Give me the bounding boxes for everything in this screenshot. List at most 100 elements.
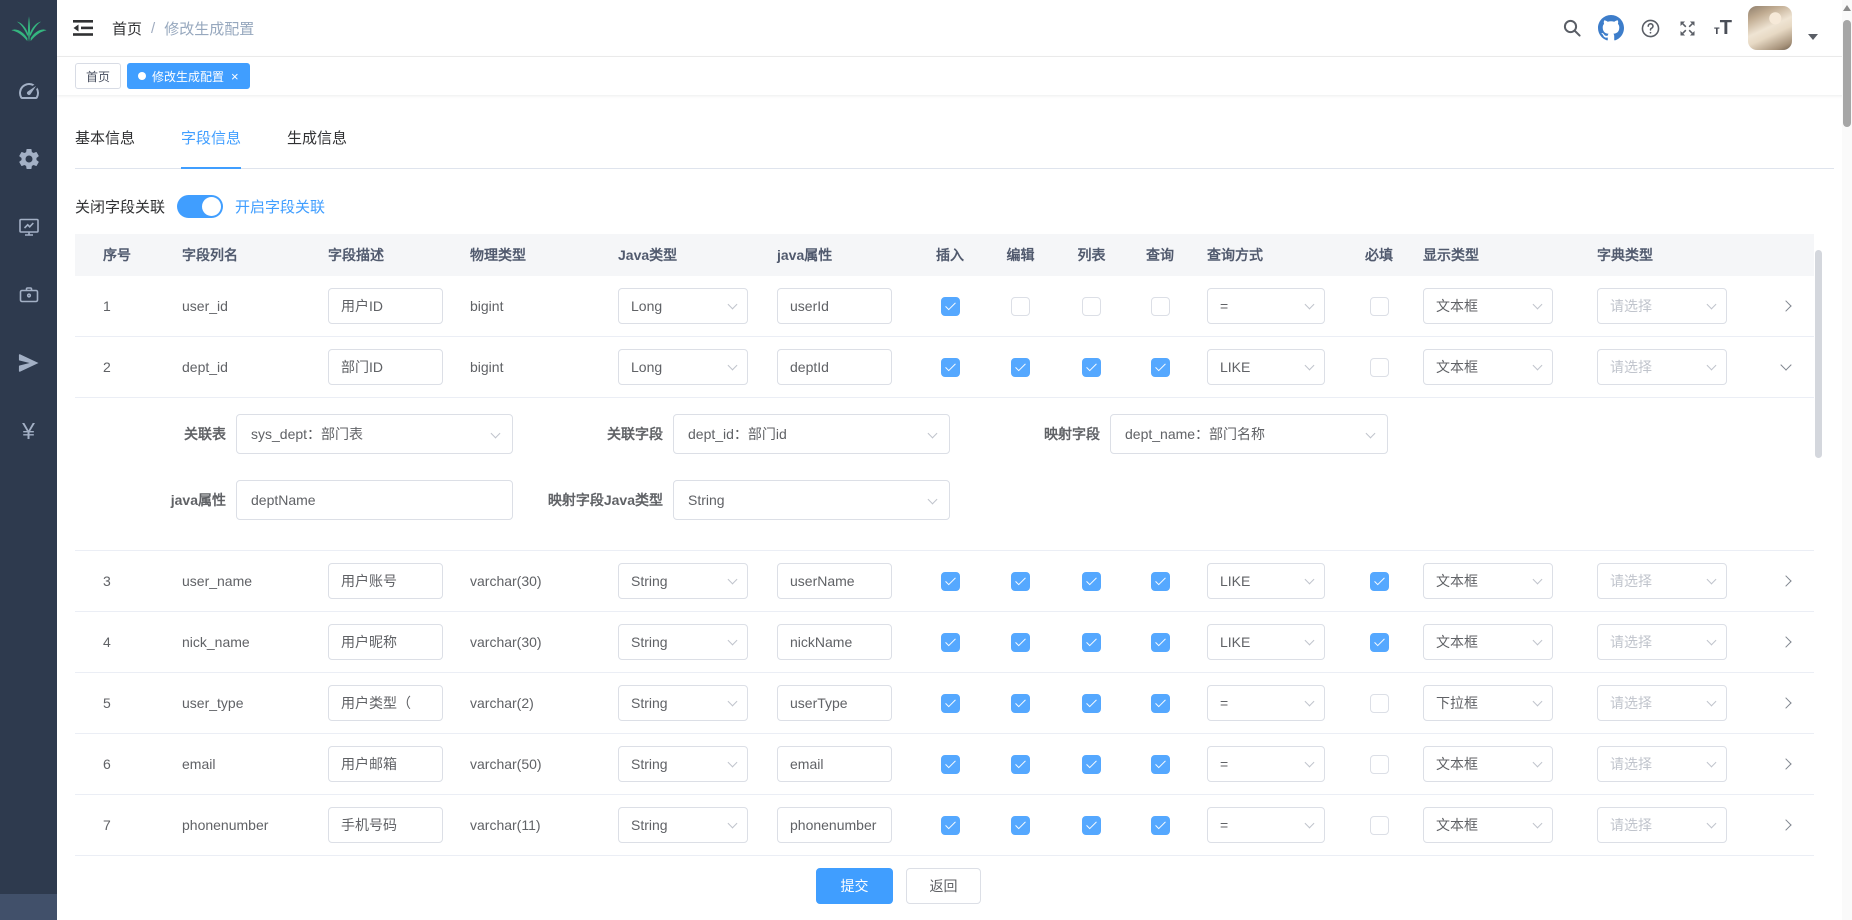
- query-checkbox[interactable]: [1151, 633, 1170, 652]
- list-checkbox[interactable]: [1082, 358, 1101, 377]
- query-checkbox[interactable]: [1151, 755, 1170, 774]
- dict-type-select[interactable]: 请选择: [1597, 349, 1727, 385]
- collapse-row-icon[interactable]: [1780, 359, 1791, 370]
- expand-row-icon[interactable]: [1780, 636, 1791, 647]
- fullscreen-icon[interactable]: [1677, 18, 1698, 39]
- list-checkbox[interactable]: [1082, 816, 1101, 835]
- map-java-type-select[interactable]: String: [673, 480, 950, 520]
- edit-checkbox[interactable]: [1011, 358, 1030, 377]
- display-type-select[interactable]: 文本框: [1423, 807, 1553, 843]
- column-description-input[interactable]: [328, 349, 443, 385]
- list-checkbox[interactable]: [1082, 755, 1101, 774]
- java-type-select[interactable]: String: [618, 563, 748, 599]
- java-field-input[interactable]: [777, 349, 892, 385]
- table-scrollbar-thumb[interactable]: [1815, 250, 1822, 458]
- column-description-input[interactable]: [328, 685, 443, 721]
- page-scrollbar[interactable]: [1842, 0, 1852, 920]
- submit-button[interactable]: 提交: [816, 868, 893, 904]
- tag-close-icon[interactable]: ×: [231, 69, 239, 84]
- java-type-select[interactable]: String: [618, 746, 748, 782]
- list-checkbox[interactable]: [1082, 297, 1101, 316]
- edit-checkbox[interactable]: [1011, 816, 1030, 835]
- required-checkbox[interactable]: [1370, 694, 1389, 713]
- dict-type-select[interactable]: 请选择: [1597, 563, 1727, 599]
- display-type-select[interactable]: 文本框: [1423, 349, 1553, 385]
- java-type-select[interactable]: Long: [618, 349, 748, 385]
- edit-checkbox[interactable]: [1011, 572, 1030, 591]
- required-checkbox[interactable]: [1370, 297, 1389, 316]
- avatar[interactable]: [1748, 6, 1792, 50]
- tag-home[interactable]: 首页: [75, 63, 121, 89]
- insert-checkbox[interactable]: [941, 755, 960, 774]
- column-description-input[interactable]: [328, 563, 443, 599]
- help-icon[interactable]: [1640, 18, 1661, 39]
- query-type-select[interactable]: LIKE: [1207, 624, 1325, 660]
- java-field-input[interactable]: [777, 624, 892, 660]
- dict-type-select[interactable]: 请选择: [1597, 746, 1727, 782]
- map-field-select[interactable]: dept_name：部门名称: [1110, 414, 1388, 454]
- tab-field-info[interactable]: 字段信息: [181, 127, 241, 169]
- expand-row-icon[interactable]: [1780, 697, 1791, 708]
- query-type-select[interactable]: LIKE: [1207, 563, 1325, 599]
- dict-type-select[interactable]: 请选择: [1597, 807, 1727, 843]
- display-type-select[interactable]: 文本框: [1423, 288, 1553, 324]
- java-field-input[interactable]: [777, 685, 892, 721]
- tag-gen-config[interactable]: 修改生成配置 ×: [127, 63, 250, 89]
- insert-checkbox[interactable]: [941, 297, 960, 316]
- query-checkbox[interactable]: [1151, 297, 1170, 316]
- back-button[interactable]: 返回: [906, 868, 981, 904]
- sidebar-item-guide[interactable]: [17, 351, 41, 375]
- edit-checkbox[interactable]: [1011, 755, 1030, 774]
- search-icon[interactable]: [1562, 18, 1582, 38]
- display-type-select[interactable]: 下拉框: [1423, 685, 1553, 721]
- java-type-select[interactable]: String: [618, 685, 748, 721]
- query-type-select[interactable]: =: [1207, 746, 1325, 782]
- java-type-select[interactable]: Long: [618, 288, 748, 324]
- column-description-input[interactable]: [328, 807, 443, 843]
- sidebar-item-pay[interactable]: ¥: [22, 419, 35, 443]
- toggle-on-label[interactable]: 开启字段关联: [235, 196, 325, 217]
- required-checkbox[interactable]: [1370, 633, 1389, 652]
- query-checkbox[interactable]: [1151, 694, 1170, 713]
- list-checkbox[interactable]: [1082, 633, 1101, 652]
- edit-checkbox[interactable]: [1011, 297, 1030, 316]
- query-checkbox[interactable]: [1151, 816, 1170, 835]
- list-checkbox[interactable]: [1082, 694, 1101, 713]
- dict-type-select[interactable]: 请选择: [1597, 685, 1727, 721]
- sidebar-item-monitor[interactable]: [17, 215, 41, 239]
- github-icon[interactable]: [1598, 15, 1624, 41]
- dict-type-select[interactable]: 请选择: [1597, 624, 1727, 660]
- display-type-select[interactable]: 文本框: [1423, 563, 1553, 599]
- related-field-select[interactable]: dept_id：部门id: [673, 414, 950, 454]
- java-type-select[interactable]: String: [618, 807, 748, 843]
- expand-row-icon[interactable]: [1780, 575, 1791, 586]
- java-type-select[interactable]: String: [618, 624, 748, 660]
- java-field-input[interactable]: [777, 807, 892, 843]
- dict-type-select[interactable]: 请选择: [1597, 288, 1727, 324]
- insert-checkbox[interactable]: [941, 358, 960, 377]
- sidebar-fold-icon[interactable]: [72, 18, 94, 38]
- display-type-select[interactable]: 文本框: [1423, 624, 1553, 660]
- display-type-select[interactable]: 文本框: [1423, 746, 1553, 782]
- query-type-select[interactable]: =: [1207, 807, 1325, 843]
- required-checkbox[interactable]: [1370, 755, 1389, 774]
- column-description-input[interactable]: [328, 288, 443, 324]
- font-size-icon[interactable]: тT: [1714, 17, 1732, 40]
- expand-row-icon[interactable]: [1780, 300, 1791, 311]
- expand-row-icon[interactable]: [1780, 819, 1791, 830]
- required-checkbox[interactable]: [1370, 816, 1389, 835]
- insert-checkbox[interactable]: [941, 816, 960, 835]
- tab-basic-info[interactable]: 基本信息: [75, 127, 135, 168]
- insert-checkbox[interactable]: [941, 633, 960, 652]
- required-checkbox[interactable]: [1370, 358, 1389, 377]
- sidebar-item-dashboard[interactable]: [17, 79, 41, 103]
- expand-row-icon[interactable]: [1780, 758, 1791, 769]
- page-scrollbar-thumb[interactable]: [1843, 20, 1851, 127]
- list-checkbox[interactable]: [1082, 572, 1101, 591]
- plant-logo-icon[interactable]: [9, 7, 49, 47]
- query-type-select[interactable]: LIKE: [1207, 349, 1325, 385]
- query-checkbox[interactable]: [1151, 358, 1170, 377]
- insert-checkbox[interactable]: [941, 572, 960, 591]
- user-menu-caret-icon[interactable]: [1808, 34, 1818, 40]
- edit-checkbox[interactable]: [1011, 694, 1030, 713]
